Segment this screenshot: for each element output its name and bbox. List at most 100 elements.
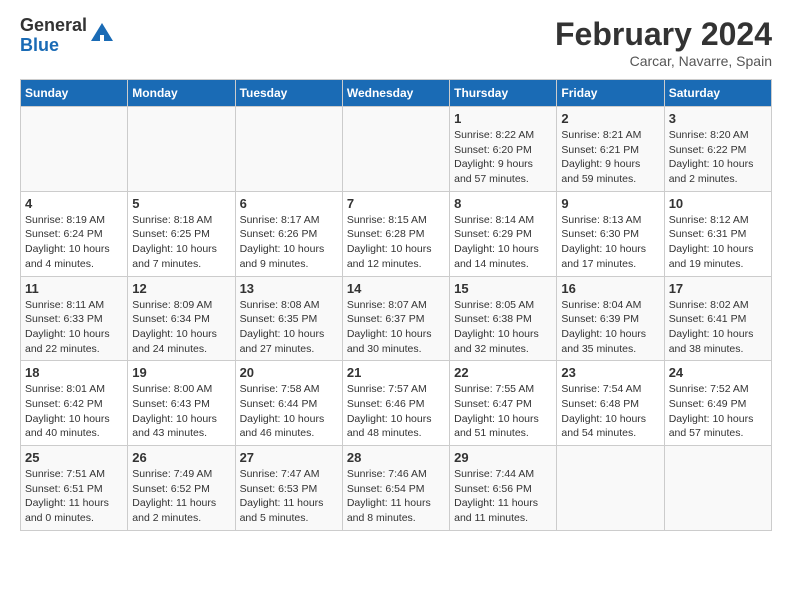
- col-header-monday: Monday: [128, 80, 235, 107]
- day-cell: 27 Sunrise: 7:47 AM Sunset: 6:53 PM Dayli…: [235, 446, 342, 531]
- day-cell: 11Sunrise: 8:11 AM Sunset: 6:33 PM Dayli…: [21, 276, 128, 361]
- day-number: 10: [669, 196, 767, 211]
- calendar-title: February 2024: [555, 16, 772, 53]
- day-number: 27: [240, 450, 338, 465]
- day-info: Sunrise: 8:12 AM Sunset: 6:31 PM Dayligh…: [669, 213, 767, 272]
- day-info: Sunrise: 8:20 AM Sunset: 6:22 PM Dayligh…: [669, 128, 767, 187]
- week-row-2: 4 Sunrise: 8:19 AM Sunset: 6:24 PM Daylig…: [21, 191, 772, 276]
- day-cell: 18Sunrise: 8:01 AM Sunset: 6:42 PM Dayli…: [21, 361, 128, 446]
- day-info: Sunrise: 8:08 AM Sunset: 6:35 PM Dayligh…: [240, 298, 338, 357]
- day-cell: [664, 446, 771, 531]
- day-cell: 25 Sunrise: 7:51 AM Sunset: 6:51 PM Dayli…: [21, 446, 128, 531]
- day-info: Sunrise: 8:11 AM Sunset: 6:33 PM Dayligh…: [25, 298, 123, 357]
- day-info: Sunrise: 8:02 AM Sunset: 6:41 PM Dayligh…: [669, 298, 767, 357]
- day-info: Sunrise: 7:46 AM Sunset: 6:54 PM Dayligh…: [347, 467, 445, 526]
- day-info: Sunrise: 8:00 AM Sunset: 6:43 PM Dayligh…: [132, 382, 230, 441]
- day-cell: [557, 446, 664, 531]
- day-cell: 13 Sunrise: 8:08 AM Sunset: 6:35 PM Dayli…: [235, 276, 342, 361]
- day-cell: 1 Sunrise: 8:22 AM Sunset: 6:20 PM Daylig…: [450, 107, 557, 192]
- day-number: 9: [561, 196, 659, 211]
- day-number: 28: [347, 450, 445, 465]
- day-cell: 19 Sunrise: 8:00 AM Sunset: 6:43 PM Dayli…: [128, 361, 235, 446]
- day-number: 7: [347, 196, 445, 211]
- day-info: Sunrise: 8:22 AM Sunset: 6:20 PM Dayligh…: [454, 128, 552, 187]
- day-cell: 21Sunrise: 7:57 AM Sunset: 6:46 PM Dayli…: [342, 361, 449, 446]
- col-header-thursday: Thursday: [450, 80, 557, 107]
- day-cell: 4 Sunrise: 8:19 AM Sunset: 6:24 PM Daylig…: [21, 191, 128, 276]
- day-cell: 5Sunrise: 8:18 AM Sunset: 6:25 PM Daylig…: [128, 191, 235, 276]
- week-row-4: 18Sunrise: 8:01 AM Sunset: 6:42 PM Dayli…: [21, 361, 772, 446]
- day-number: 12: [132, 281, 230, 296]
- day-number: 6: [240, 196, 338, 211]
- day-cell: 16 Sunrise: 8:04 AM Sunset: 6:39 PM Dayli…: [557, 276, 664, 361]
- logo-general: General: [20, 16, 87, 36]
- day-cell: 20 Sunrise: 7:58 AM Sunset: 6:44 PM Dayli…: [235, 361, 342, 446]
- day-info: Sunrise: 7:47 AM Sunset: 6:53 PM Dayligh…: [240, 467, 338, 526]
- day-number: 17: [669, 281, 767, 296]
- week-row-5: 25 Sunrise: 7:51 AM Sunset: 6:51 PM Dayli…: [21, 446, 772, 531]
- day-info: Sunrise: 8:21 AM Sunset: 6:21 PM Dayligh…: [561, 128, 659, 187]
- day-number: 23: [561, 365, 659, 380]
- day-number: 18: [25, 365, 123, 380]
- title-section: February 2024 Carcar, Navarre, Spain: [555, 16, 772, 69]
- day-number: 2: [561, 111, 659, 126]
- day-info: Sunrise: 8:17 AM Sunset: 6:26 PM Dayligh…: [240, 213, 338, 272]
- day-info: Sunrise: 7:44 AM Sunset: 6:56 PM Dayligh…: [454, 467, 552, 526]
- day-info: Sunrise: 8:04 AM Sunset: 6:39 PM Dayligh…: [561, 298, 659, 357]
- day-cell: 8Sunrise: 8:14 AM Sunset: 6:29 PM Daylig…: [450, 191, 557, 276]
- col-header-friday: Friday: [557, 80, 664, 107]
- day-cell: [21, 107, 128, 192]
- day-number: 1: [454, 111, 552, 126]
- day-cell: 15 Sunrise: 8:05 AM Sunset: 6:38 PM Dayli…: [450, 276, 557, 361]
- day-info: Sunrise: 7:54 AM Sunset: 6:48 PM Dayligh…: [561, 382, 659, 441]
- day-info: Sunrise: 7:58 AM Sunset: 6:44 PM Dayligh…: [240, 382, 338, 441]
- day-number: 15: [454, 281, 552, 296]
- col-header-tuesday: Tuesday: [235, 80, 342, 107]
- day-number: 24: [669, 365, 767, 380]
- day-number: 22: [454, 365, 552, 380]
- day-cell: [235, 107, 342, 192]
- day-number: 14: [347, 281, 445, 296]
- day-number: 19: [132, 365, 230, 380]
- day-info: Sunrise: 7:51 AM Sunset: 6:51 PM Dayligh…: [25, 467, 123, 526]
- day-number: 29: [454, 450, 552, 465]
- day-info: Sunrise: 8:18 AM Sunset: 6:25 PM Dayligh…: [132, 213, 230, 272]
- week-row-1: 1 Sunrise: 8:22 AM Sunset: 6:20 PM Daylig…: [21, 107, 772, 192]
- logo-icon: [89, 21, 115, 47]
- day-cell: 22Sunrise: 7:55 AM Sunset: 6:47 PM Dayli…: [450, 361, 557, 446]
- calendar-table: SundayMondayTuesdayWednesdayThursdayFrid…: [20, 79, 772, 531]
- day-number: 3: [669, 111, 767, 126]
- day-info: Sunrise: 8:15 AM Sunset: 6:28 PM Dayligh…: [347, 213, 445, 272]
- day-cell: 6 Sunrise: 8:17 AM Sunset: 6:26 PM Daylig…: [235, 191, 342, 276]
- day-number: 13: [240, 281, 338, 296]
- day-number: 8: [454, 196, 552, 211]
- header-row: SundayMondayTuesdayWednesdayThursdayFrid…: [21, 80, 772, 107]
- logo-blue: Blue: [20, 36, 87, 56]
- day-info: Sunrise: 8:05 AM Sunset: 6:38 PM Dayligh…: [454, 298, 552, 357]
- day-number: 4: [25, 196, 123, 211]
- day-info: Sunrise: 8:13 AM Sunset: 6:30 PM Dayligh…: [561, 213, 659, 272]
- day-cell: 28 Sunrise: 7:46 AM Sunset: 6:54 PM Dayli…: [342, 446, 449, 531]
- day-info: Sunrise: 7:49 AM Sunset: 6:52 PM Dayligh…: [132, 467, 230, 526]
- day-info: Sunrise: 8:07 AM Sunset: 6:37 PM Dayligh…: [347, 298, 445, 357]
- day-cell: 29 Sunrise: 7:44 AM Sunset: 6:56 PM Dayli…: [450, 446, 557, 531]
- day-number: 26: [132, 450, 230, 465]
- col-header-sunday: Sunday: [21, 80, 128, 107]
- day-number: 20: [240, 365, 338, 380]
- day-cell: [128, 107, 235, 192]
- day-cell: 12Sunrise: 8:09 AM Sunset: 6:34 PM Dayli…: [128, 276, 235, 361]
- day-cell: 10 Sunrise: 8:12 AM Sunset: 6:31 PM Dayli…: [664, 191, 771, 276]
- day-cell: 26 Sunrise: 7:49 AM Sunset: 6:52 PM Dayli…: [128, 446, 235, 531]
- day-cell: 2 Sunrise: 8:21 AM Sunset: 6:21 PM Daylig…: [557, 107, 664, 192]
- day-number: 25: [25, 450, 123, 465]
- day-cell: 7 Sunrise: 8:15 AM Sunset: 6:28 PM Daylig…: [342, 191, 449, 276]
- page-header: General Blue February 2024 Carcar, Navar…: [20, 16, 772, 69]
- day-number: 16: [561, 281, 659, 296]
- day-cell: 14 Sunrise: 8:07 AM Sunset: 6:37 PM Dayli…: [342, 276, 449, 361]
- col-header-saturday: Saturday: [664, 80, 771, 107]
- day-cell: 23 Sunrise: 7:54 AM Sunset: 6:48 PM Dayli…: [557, 361, 664, 446]
- day-cell: 24Sunrise: 7:52 AM Sunset: 6:49 PM Dayli…: [664, 361, 771, 446]
- day-cell: 9 Sunrise: 8:13 AM Sunset: 6:30 PM Daylig…: [557, 191, 664, 276]
- day-info: Sunrise: 8:19 AM Sunset: 6:24 PM Dayligh…: [25, 213, 123, 272]
- calendar-subtitle: Carcar, Navarre, Spain: [555, 53, 772, 69]
